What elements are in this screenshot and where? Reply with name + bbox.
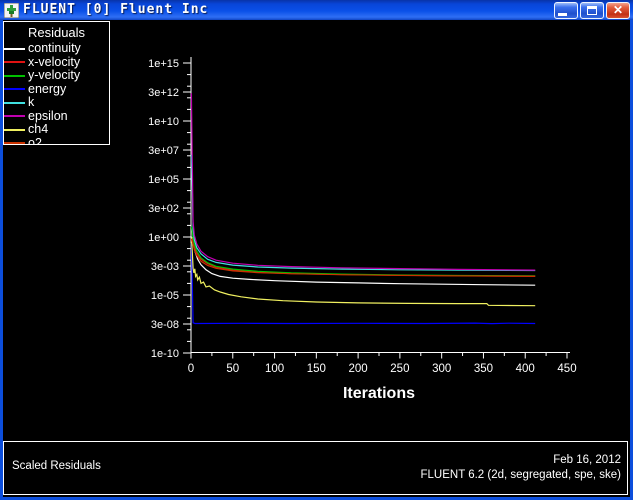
- x-tick-label: 150: [307, 363, 326, 375]
- legend-swatch-icon: [4, 88, 25, 90]
- minimize-icon: [558, 13, 567, 16]
- x-tick-label: 100: [265, 363, 284, 375]
- legend-item-label: continuity: [28, 42, 81, 55]
- x-axis-title: Iterations: [343, 385, 415, 402]
- x-tick-label: 300: [432, 363, 451, 375]
- x-tick-label: 50: [226, 363, 239, 375]
- legend-item-energy: energy: [4, 83, 109, 97]
- legend-swatch-icon: [4, 75, 25, 77]
- x-tick-label: 0: [188, 363, 194, 375]
- legend-swatch-icon: [4, 102, 25, 104]
- residual-curve-epsilon: [191, 93, 535, 270]
- legend-item-o2: o2: [4, 137, 109, 146]
- title-bar[interactable]: FLUENT [0] Fluent Inc ✕: [0, 0, 633, 20]
- legend-item-label: energy: [28, 83, 66, 96]
- plot-legend: Residuals continuityx-velocityy-velocity…: [3, 21, 110, 145]
- legend-swatch-icon: [4, 142, 25, 144]
- y-tick-label: 1e+15: [148, 58, 179, 70]
- minimize-button[interactable]: [554, 2, 578, 19]
- legend-items: continuityx-velocityy-velocityenergykeps…: [4, 42, 109, 145]
- y-tick-label: 3e+02: [148, 203, 179, 215]
- close-button[interactable]: ✕: [606, 2, 630, 19]
- legend-swatch-icon: [4, 61, 25, 63]
- solver-info: Feb 16, 2012 FLUENT 6.2 (2d, segregated,…: [421, 453, 622, 483]
- y-tick-label: 3e+07: [148, 145, 179, 157]
- version-label: FLUENT 6.2 (2d, segregated, spe, ske): [421, 468, 622, 483]
- legend-item-label: ch4: [28, 123, 48, 136]
- fluent-window: FLUENT [0] Fluent Inc ✕ 1e+15 3e+12 1e+10 3…: [0, 0, 633, 500]
- y-tick-label: 3e-03: [151, 261, 179, 273]
- legend-item-label: y-velocity: [28, 69, 80, 82]
- y-tick-label: 1e+10: [148, 116, 179, 128]
- legend-swatch-icon: [4, 48, 25, 50]
- residual-curve-k: [191, 155, 535, 271]
- legend-item-epsilon: epsilon: [4, 110, 109, 124]
- y-tick-label: 3e-08: [151, 319, 179, 331]
- x-tick-label: 400: [516, 363, 535, 375]
- legend-swatch-icon: [4, 129, 25, 131]
- y-tick-label: 3e+12: [148, 87, 179, 99]
- date-label: Feb 16, 2012: [421, 453, 622, 468]
- maximize-icon: [587, 6, 597, 15]
- legend-item-continuity: continuity: [4, 42, 109, 56]
- x-tick-label: 450: [557, 363, 576, 375]
- window-title: FLUENT [0] Fluent Inc: [23, 0, 554, 20]
- plot-caption: Scaled Residuals: [12, 460, 101, 472]
- legend-title: Residuals: [4, 26, 109, 39]
- fluent-logo-icon: [4, 3, 19, 18]
- x-tick-label: 200: [349, 363, 368, 375]
- close-icon: ✕: [613, 3, 623, 18]
- legend-item-y-velocity: y-velocity: [4, 69, 109, 83]
- x-tick-label: 350: [474, 363, 493, 375]
- legend-item-x-velocity: x-velocity: [4, 56, 109, 70]
- legend-item-label: x-velocity: [28, 56, 80, 69]
- x-tick-label: 250: [390, 363, 409, 375]
- status-box: Scaled Residuals Feb 16, 2012 FLUENT 6.2…: [3, 441, 628, 495]
- legend-swatch-icon: [4, 115, 25, 117]
- y-tick-label: 1e+00: [148, 232, 179, 244]
- legend-item-label: k: [28, 96, 34, 109]
- residual-curve-continuity: [191, 237, 535, 285]
- y-tick-label: 1e+05: [148, 174, 179, 186]
- legend-item-k: k: [4, 96, 109, 110]
- legend-item-label: epsilon: [28, 110, 68, 123]
- maximize-button[interactable]: [580, 2, 604, 19]
- graphics-area: 1e+15 3e+12 1e+10 3e+07 1e+05 3e+02 1e+00 3e-03…: [3, 20, 630, 497]
- legend-item-ch4: ch4: [4, 123, 109, 137]
- y-tick-label: 1e-10: [151, 348, 179, 360]
- y-tick-label: 1e-05: [151, 290, 179, 302]
- legend-item-label: o2: [28, 137, 42, 145]
